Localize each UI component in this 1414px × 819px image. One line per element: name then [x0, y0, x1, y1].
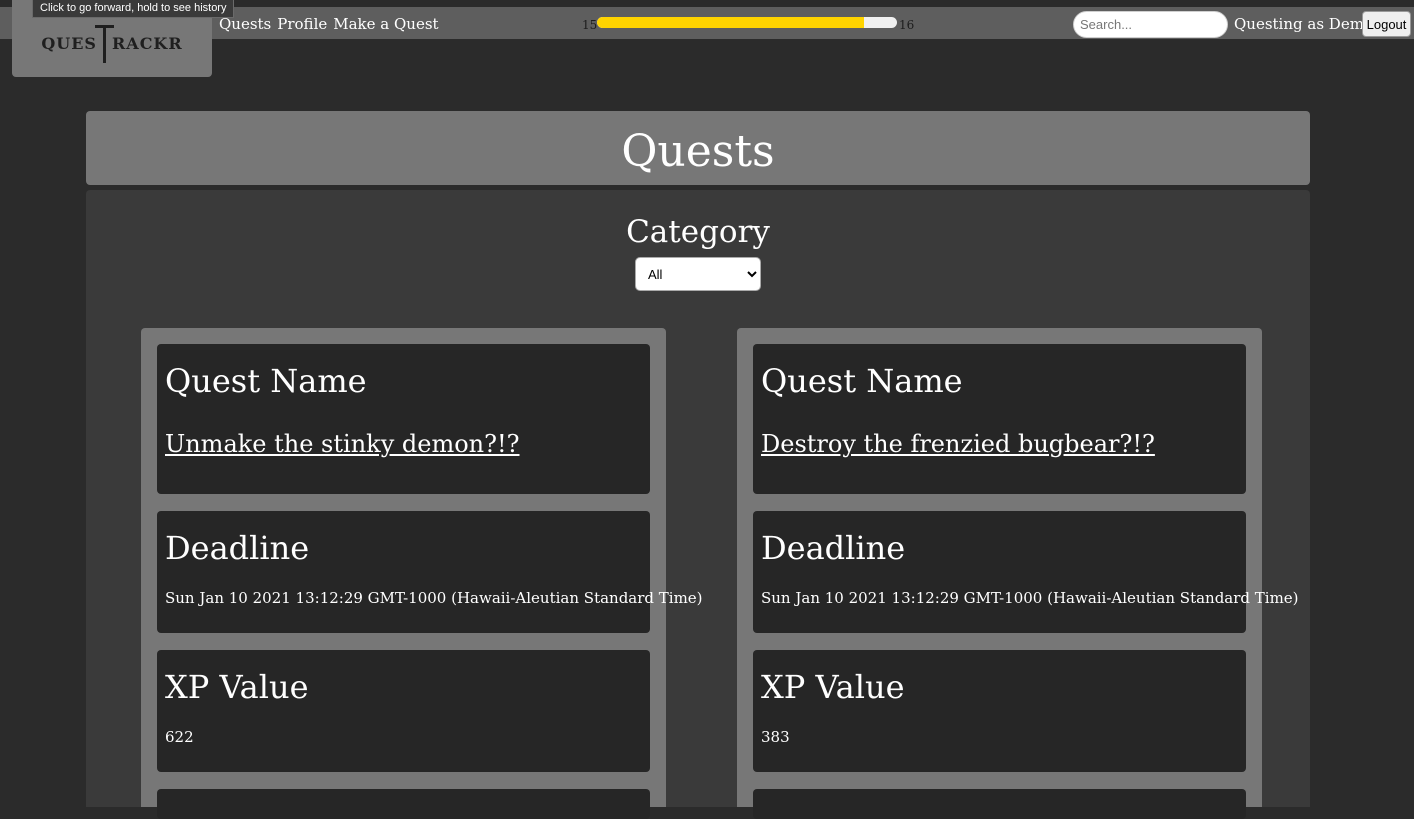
quest-name-link[interactable]: Destroy the frenzied bugbear?!?: [761, 430, 1155, 458]
questing-as-user: Questing as Demo: [1234, 15, 1373, 33]
current-level: 15: [582, 18, 598, 32]
xp-value-label: XP Value: [165, 668, 309, 706]
next-field: [753, 789, 1246, 819]
page-title-bar: Quests: [86, 111, 1310, 185]
xp-value-field: XP Value 383: [753, 650, 1246, 772]
quest-name-label: Quest Name: [165, 362, 367, 400]
logo-t-mark: [94, 24, 114, 63]
deadline-field: Deadline Sun Jan 10 2021 13:12:29 GMT-10…: [753, 511, 1299, 633]
logo-wordmark: QUES RACKR: [41, 24, 182, 63]
xp-value-label: XP Value: [761, 668, 905, 706]
quest-card: Quest Name Unmake the stinky demon?!? De…: [141, 328, 703, 819]
deadline-field: Deadline Sun Jan 10 2021 13:12:29 GMT-10…: [157, 511, 703, 633]
deadline-value: Sun Jan 10 2021 13:12:29 GMT-1000 (Hawai…: [165, 589, 703, 607]
category-select[interactable]: All: [635, 257, 761, 291]
deadline-value: Sun Jan 10 2021 13:12:29 GMT-1000 (Hawai…: [761, 589, 1299, 607]
deadline-label: Deadline: [761, 529, 906, 567]
xp-value-field: XP Value 622: [157, 650, 650, 772]
quest-card: Quest Name Destroy the frenzied bugbear?…: [737, 328, 1299, 819]
quest-name-link[interactable]: Unmake the stinky demon?!?: [165, 430, 520, 458]
nav-link-profile[interactable]: Profile: [277, 15, 327, 33]
nav-link-quests[interactable]: Quests: [219, 15, 271, 33]
content-panel: Category All Quest Name Unmake the stink…: [86, 190, 1310, 819]
page-title: Quests: [621, 125, 775, 177]
xp-value: 383: [761, 728, 790, 746]
logout-button[interactable]: Logout: [1362, 11, 1411, 37]
category-label: Category: [626, 214, 770, 250]
xp-progress-fill: [597, 17, 864, 28]
xp-progress-bar: [597, 17, 897, 28]
xp-value: 622: [165, 728, 194, 746]
quest-name-field: Quest Name Unmake the stinky demon?!?: [157, 344, 650, 494]
nav-links: Quests Profile Make a Quest: [219, 15, 439, 33]
nav-link-make-a-quest[interactable]: Make a Quest: [333, 15, 438, 33]
deadline-label: Deadline: [165, 529, 310, 567]
search-input[interactable]: [1073, 11, 1228, 38]
next-level: 16: [899, 18, 915, 32]
quest-name-field: Quest Name Destroy the frenzied bugbear?…: [753, 344, 1246, 494]
next-field: [157, 789, 650, 819]
quest-name-label: Quest Name: [761, 362, 963, 400]
browser-tooltip: Click to go forward, hold to see history: [32, 0, 235, 18]
